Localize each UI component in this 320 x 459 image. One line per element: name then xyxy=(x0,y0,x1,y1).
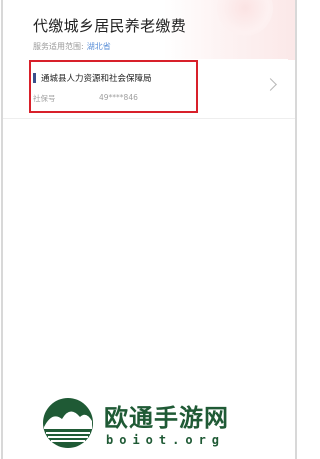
phone-frame-right xyxy=(295,0,297,459)
card-marker xyxy=(33,73,36,83)
watermark: 欧通手游网 boiot.org xyxy=(42,394,292,456)
service-scope-province[interactable]: 湖北省 xyxy=(87,42,111,51)
service-scope: 服务适用范围: 湖北省 xyxy=(33,41,111,52)
chevron-right-icon[interactable] xyxy=(264,78,277,91)
bureau-name: 通城县人力资源和社会保障局 xyxy=(41,74,152,84)
social-security-label: 社保号 xyxy=(33,94,56,103)
watermark-logo-icon xyxy=(43,398,93,448)
page-title: 代缴城乡居民养老缴费 xyxy=(33,17,187,35)
header-decoration xyxy=(217,0,273,36)
watermark-domain: boiot.org xyxy=(106,433,226,447)
bureau-card[interactable]: 通城县人力资源和社会保障局 社保号 49****846 xyxy=(20,59,288,115)
service-scope-label: 服务适用范围: xyxy=(33,42,84,51)
social-security-number: 49****846 xyxy=(99,93,138,102)
card-divider xyxy=(3,118,295,119)
phone-frame-left xyxy=(1,0,3,459)
watermark-title: 欧通手游网 xyxy=(104,404,229,432)
